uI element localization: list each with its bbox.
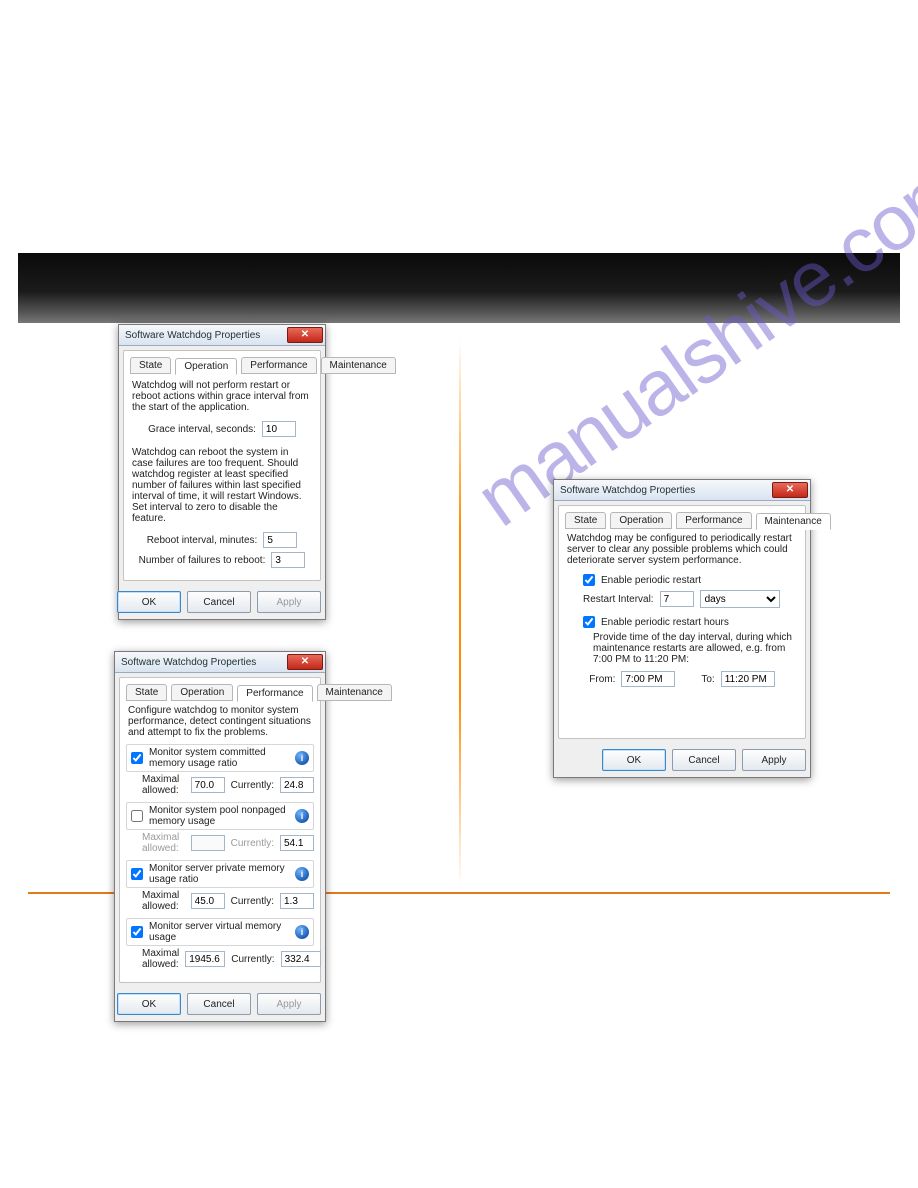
max-input-2[interactable] [191, 893, 225, 909]
max-label: Maximal allowed: [142, 774, 185, 796]
perf-check-3[interactable] [131, 926, 143, 938]
tab-bar: State Operation Performance Maintenance [126, 684, 314, 701]
page: { "watermark": "manualshive.com", "dialo… [0, 0, 918, 1188]
perf-check-0[interactable] [131, 752, 143, 764]
button-bar: OK Cancel Apply [554, 743, 810, 777]
operation-para1: Watchdog will not perform restart or reb… [132, 380, 312, 413]
reboot-interval-input[interactable] [263, 532, 297, 548]
hours-intro: Provide time of the day interval, during… [593, 632, 797, 665]
window-title: Software Watchdog Properties [560, 485, 772, 496]
cur-label: Currently: [231, 896, 274, 907]
info-icon[interactable]: i [295, 751, 309, 765]
ok-button[interactable]: OK [117, 993, 181, 1015]
tab-performance[interactable]: Performance [676, 512, 751, 529]
perf-row-3: Monitor server virtual memory usage i Ma… [126, 918, 314, 970]
max-input-0[interactable] [191, 777, 225, 793]
dialog-maintenance: Software Watchdog Properties ✕ State Ope… [553, 479, 811, 778]
apply-button[interactable]: Apply [742, 749, 806, 771]
dialog-performance: Software Watchdog Properties ✕ State Ope… [114, 651, 326, 1022]
info-icon[interactable]: i [295, 867, 309, 881]
max-label: Maximal allowed: [142, 890, 185, 912]
tab-performance[interactable]: Performance [237, 685, 312, 702]
titlebar: Software Watchdog Properties ✕ [119, 325, 325, 346]
perf-label-0: Monitor system committed memory usage ra… [149, 747, 289, 769]
enable-restart-check[interactable] [583, 574, 595, 586]
window-title: Software Watchdog Properties [121, 657, 287, 668]
operation-para2: Watchdog can reboot the system in case f… [132, 447, 312, 524]
restart-interval-unit[interactable]: days [700, 590, 780, 608]
tab-bar: State Operation Performance Maintenance [130, 357, 314, 374]
tab-maintenance[interactable]: Maintenance [317, 684, 392, 701]
tab-operation[interactable]: Operation [175, 358, 237, 375]
close-button[interactable]: ✕ [772, 482, 808, 498]
window-title: Software Watchdog Properties [125, 330, 287, 341]
maint-intro: Watchdog may be configured to periodical… [567, 533, 797, 566]
tab-operation[interactable]: Operation [610, 512, 672, 529]
cur-label: Currently: [231, 838, 274, 849]
tab-maintenance[interactable]: Maintenance [321, 357, 396, 374]
button-bar: OK Cancel Apply [115, 987, 325, 1021]
enable-hours-check[interactable] [583, 616, 595, 628]
dialog-body: State Operation Performance Maintenance … [123, 350, 321, 581]
restart-interval-label: Restart Interval: [583, 594, 654, 605]
perf-intro: Configure watchdog to monitor system per… [128, 705, 312, 738]
tab-state[interactable]: State [565, 512, 606, 529]
dialog-operation: Software Watchdog Properties ✕ State Ope… [118, 324, 326, 620]
perf-row-0: Monitor system committed memory usage ra… [126, 744, 314, 796]
close-button[interactable]: ✕ [287, 327, 323, 343]
enable-restart-label: Enable periodic restart [601, 575, 701, 586]
tab-maintenance[interactable]: Maintenance [756, 513, 831, 530]
column-divider [459, 338, 461, 888]
cur-label: Currently: [231, 780, 274, 791]
titlebar: Software Watchdog Properties ✕ [554, 480, 810, 501]
perf-label-1: Monitor system pool nonpaged memory usag… [149, 805, 289, 827]
grace-input[interactable] [262, 421, 296, 437]
cancel-button[interactable]: Cancel [672, 749, 736, 771]
header-banner [18, 253, 900, 323]
cur-value-0 [280, 777, 314, 793]
from-label: From: [589, 674, 615, 685]
apply-button: Apply [257, 591, 321, 613]
tab-bar: State Operation Performance Maintenance [565, 512, 799, 529]
perf-row-2: Monitor server private memory usage rati… [126, 860, 314, 912]
cur-value-1 [280, 835, 314, 851]
num-failures-input[interactable] [271, 552, 305, 568]
cancel-button[interactable]: Cancel [187, 993, 251, 1015]
cancel-button[interactable]: Cancel [187, 591, 251, 613]
num-failures-label: Number of failures to reboot: [139, 555, 266, 566]
perf-label-3: Monitor server virtual memory usage [149, 921, 289, 943]
cur-label: Currently: [231, 954, 274, 965]
max-label: Maximal allowed: [142, 832, 185, 854]
apply-button: Apply [257, 993, 321, 1015]
to-input[interactable] [721, 671, 775, 687]
grace-label: Grace interval, seconds: [148, 424, 256, 435]
to-label: To: [701, 674, 714, 685]
tab-operation[interactable]: Operation [171, 684, 233, 701]
dialog-body: State Operation Performance Maintenance … [119, 677, 321, 983]
ok-button[interactable]: OK [117, 591, 181, 613]
max-input-1 [191, 835, 225, 851]
button-bar: OK Cancel Apply [119, 585, 325, 619]
dialog-body: State Operation Performance Maintenance … [558, 505, 806, 739]
tab-state[interactable]: State [126, 684, 167, 701]
cur-value-2 [280, 893, 314, 909]
close-button[interactable]: ✕ [287, 654, 323, 670]
tab-state[interactable]: State [130, 357, 171, 374]
cur-value-3 [281, 951, 321, 967]
info-icon[interactable]: i [295, 809, 309, 823]
perf-label-2: Monitor server private memory usage rati… [149, 863, 289, 885]
restart-interval-input[interactable] [660, 591, 694, 607]
perf-check-2[interactable] [131, 868, 143, 880]
reboot-interval-label: Reboot interval, minutes: [147, 535, 258, 546]
max-label: Maximal allowed: [142, 948, 179, 970]
perf-row-1: Monitor system pool nonpaged memory usag… [126, 802, 314, 854]
perf-check-1[interactable] [131, 810, 143, 822]
from-input[interactable] [621, 671, 675, 687]
ok-button[interactable]: OK [602, 749, 666, 771]
tab-performance[interactable]: Performance [241, 357, 316, 374]
enable-hours-label: Enable periodic restart hours [601, 617, 729, 628]
info-icon[interactable]: i [295, 925, 309, 939]
max-input-3[interactable] [185, 951, 225, 967]
titlebar: Software Watchdog Properties ✕ [115, 652, 325, 673]
